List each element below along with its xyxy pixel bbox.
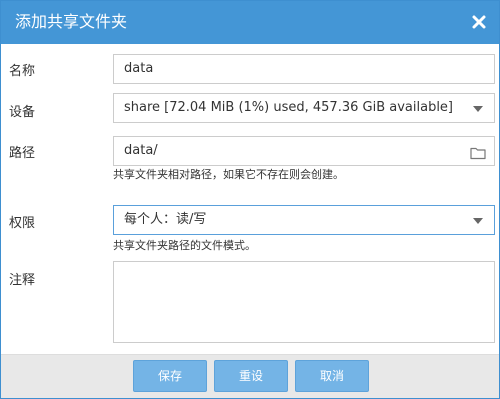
comment-textarea[interactable] (113, 261, 495, 343)
folder-icon[interactable] (470, 143, 486, 160)
path-input-value: data/ (124, 143, 158, 158)
name-input-value: data (124, 61, 154, 76)
chevron-down-icon (473, 218, 483, 224)
dialog-footer: 保存 重设 取消 (1, 354, 499, 398)
chevron-down-icon (473, 106, 483, 112)
path-label: 路径 (9, 146, 36, 161)
dialog-title: 添加共享文件夹 (15, 12, 128, 31)
device-label: 设备 (9, 105, 36, 120)
permissions-select[interactable]: 每个人：读/写 (113, 205, 495, 235)
reset-button[interactable]: 重设 (214, 360, 288, 392)
dialog-titlebar: 添加共享文件夹 (1, 1, 499, 44)
comment-label: 注释 (9, 273, 36, 288)
permissions-label: 权限 (9, 216, 36, 231)
permissions-hint: 共享文件夹路径的文件模式。 (113, 239, 256, 252)
permissions-select-value: 每个人：读/写 (124, 212, 207, 227)
dialog-body: 名称 data 设备 share [72.04 MiB (1%) used, 4… (1, 44, 499, 354)
cancel-button[interactable]: 取消 (295, 360, 369, 392)
path-input[interactable]: data/ (113, 136, 495, 166)
name-input[interactable]: data (113, 54, 495, 84)
device-select[interactable]: share [72.04 MiB (1%) used, 457.36 GiB a… (113, 93, 495, 123)
save-button[interactable]: 保存 (133, 360, 207, 392)
path-hint: 共享文件夹相对路径，如果它不存在则会创建。 (113, 168, 344, 181)
device-select-value: share [72.04 MiB (1%) used, 457.36 GiB a… (124, 100, 453, 115)
name-label: 名称 (9, 64, 36, 79)
add-shared-folder-dialog: 添加共享文件夹 名称 data 设备 share [72.04 MiB (1%)… (0, 0, 500, 399)
close-icon[interactable] (471, 14, 487, 30)
